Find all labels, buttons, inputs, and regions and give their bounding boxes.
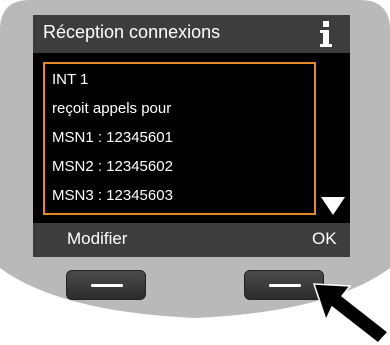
softkey-right-label: OK xyxy=(312,229,337,248)
pointer-arrow-icon xyxy=(312,283,390,345)
dash-icon xyxy=(91,284,123,287)
list-line-3: MSN1 : 12345601 xyxy=(52,129,173,146)
triangle-down-icon xyxy=(321,197,345,215)
list-line-2: reçoit appels pour xyxy=(52,100,172,117)
title-bar: Réception connexions xyxy=(33,15,350,53)
dash-icon xyxy=(269,284,301,287)
left-softkey-button[interactable] xyxy=(66,270,146,300)
phone-display: Réception connexions INT 1 reçoit appels… xyxy=(33,15,350,223)
list-line-4: MSN2 : 12345602 xyxy=(52,158,173,175)
screen-title: Réception connexions xyxy=(43,22,221,42)
list-line-1: INT 1 xyxy=(52,71,89,88)
selected-entry-box[interactable]: INT 1 reçoit appels pour MSN1 : 12345601… xyxy=(43,62,316,215)
list-line-5: MSN3 : 12345603 xyxy=(52,187,173,204)
softkey-bar: Modifier OK xyxy=(33,223,350,257)
phone-device: Réception connexions INT 1 reçoit appels… xyxy=(0,0,390,345)
softkey-left-label: Modifier xyxy=(67,229,128,248)
info-icon xyxy=(313,17,339,51)
